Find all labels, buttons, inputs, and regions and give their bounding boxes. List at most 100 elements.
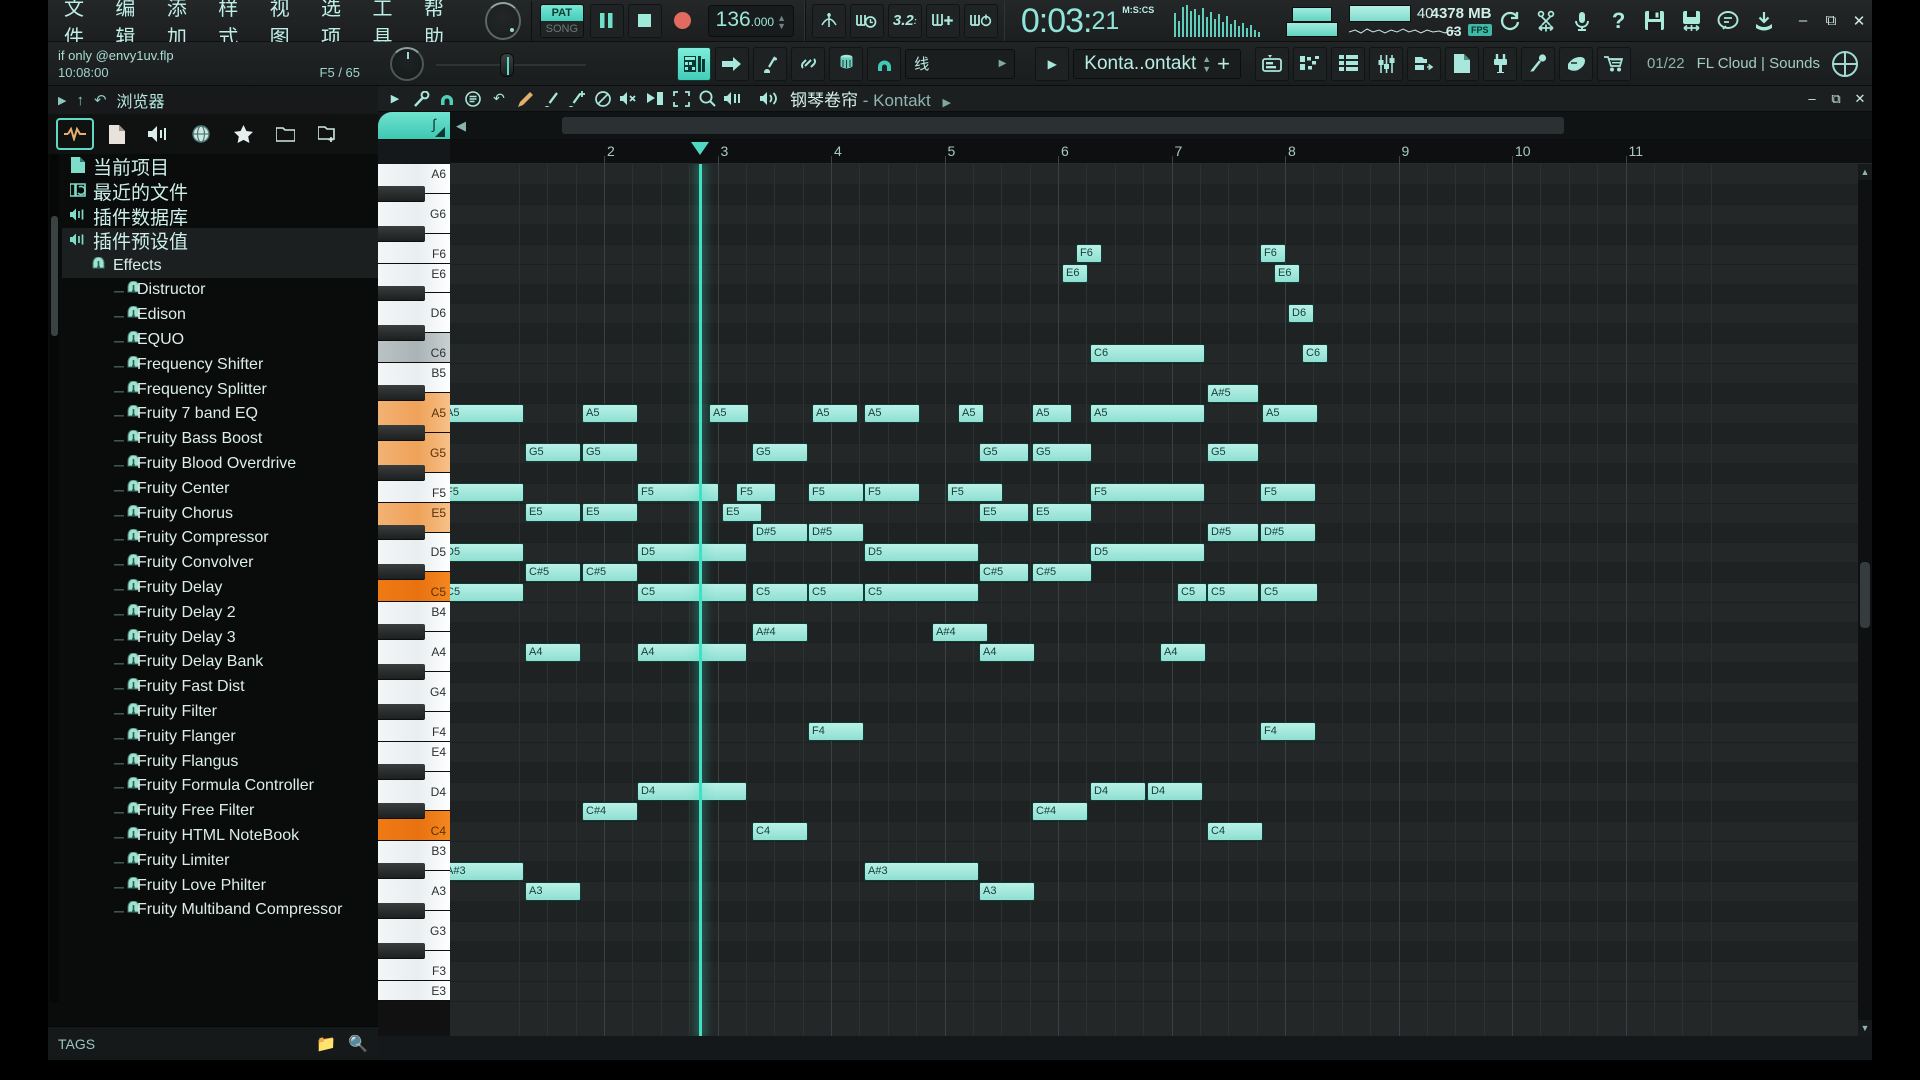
piano-roll-note[interactable]: D4 [1090, 782, 1146, 802]
pr-zoom-icon[interactable] [694, 87, 720, 111]
add-step-icon[interactable] [925, 3, 960, 38]
piano-roll-note[interactable]: D5 [637, 542, 747, 562]
piano-roll-note[interactable]: A5 [1262, 403, 1318, 423]
piano-roll-note[interactable]: A4 [979, 642, 1035, 662]
browser-tree-item[interactable]: ─ Fruity Convolver [62, 551, 378, 576]
piano-roll-note[interactable]: F6 [1076, 244, 1102, 264]
piano-key-black[interactable] [378, 524, 425, 541]
channel-add-button[interactable]: + [1217, 51, 1230, 77]
piano-roll-note[interactable]: G5 [582, 443, 638, 463]
refresh-icon[interactable] [1494, 4, 1526, 38]
chat-icon[interactable] [1711, 4, 1743, 38]
pr-menu-arrow-icon[interactable]: ▶ [382, 87, 408, 111]
piano-roll-note[interactable]: D#5 [1207, 523, 1259, 543]
piano-roll-note[interactable]: E6 [1274, 264, 1300, 284]
maximize-button[interactable]: ⧉ [1818, 9, 1844, 33]
browser-back-icon[interactable]: ↶ [94, 91, 107, 109]
browser-tab-folder[interactable] [266, 118, 304, 150]
mixer-fader-icon[interactable] [829, 46, 864, 81]
browser-tree-item[interactable]: 当前项目 [62, 154, 378, 179]
pr-slip-icon[interactable] [642, 87, 668, 111]
piano-roll-note[interactable]: A5 [1032, 403, 1072, 423]
pr-playback-icon[interactable] [720, 87, 746, 111]
channel-selector[interactable]: Konta..ontakt ▲ ▼ + [1073, 48, 1242, 79]
piano-keyboard[interactable]: A6 G6 F6 E6 D6 C6 B5 A5 G5 F5 E5 D5 C5 B4 A4 G4 F4 E4 D4 C4… [378, 164, 450, 1036]
piano-roll-note[interactable]: G5 [1207, 443, 1259, 463]
piano-roll-note[interactable]: D4 [1147, 782, 1203, 802]
time-display[interactable]: 0:03:21 M:S:CS [1005, 4, 1170, 38]
pr-maximize-button[interactable]: ⧉ [1824, 88, 1848, 110]
piano-roll-note[interactable]: A5 [812, 403, 858, 423]
piano-roll-note[interactable]: E5 [722, 503, 762, 523]
piano-key-black[interactable] [378, 424, 425, 441]
browser-tree-item[interactable]: ─ Distructor [62, 278, 378, 303]
browser-tree-item[interactable]: ─ Fruity Bass Boost [62, 427, 378, 452]
piano-roll-note[interactable]: G5 [979, 443, 1029, 463]
shuffle-knob[interactable] [390, 46, 424, 81]
browser-tree-item[interactable]: ─ EQUO [62, 328, 378, 353]
piano-roll-note[interactable]: D#5 [752, 523, 808, 543]
save-icon[interactable] [1639, 4, 1671, 38]
browser-tree-item[interactable]: ─ Fruity Chorus [62, 501, 378, 526]
browser-tree-item[interactable]: 插件预设值 [62, 228, 378, 253]
piano-roll-note[interactable]: C5 [450, 582, 524, 602]
piano-roll-note[interactable]: A#4 [932, 622, 988, 642]
microphone-icon[interactable] [1566, 4, 1598, 38]
piano-roll-vscrollbar[interactable] [1858, 164, 1872, 1036]
pr-magnet-snap-icon[interactable] [434, 87, 460, 111]
piano-roll-note[interactable]: C5 [808, 582, 864, 602]
browser-toggle-icon[interactable] [1407, 46, 1442, 81]
browser-tree-item[interactable]: ─ Fruity Fast Dist [62, 675, 378, 700]
playlist-icon[interactable] [1255, 46, 1290, 81]
piano-roll-grid[interactable]: F6F6E6E6D6C6C6A#5A5A5A5A5A5A5A5A5A5G5G5G… [450, 164, 1872, 1036]
channel-rack-icon[interactable] [1331, 46, 1366, 81]
piano-roll-note[interactable]: D5 [864, 542, 979, 562]
magnet-snap-icon[interactable] [867, 46, 902, 81]
piano-roll-note[interactable]: C6 [1090, 343, 1205, 363]
browser-tree-item[interactable]: ─ Fruity Compressor [62, 526, 378, 551]
piano-roll-note[interactable]: C4 [1207, 821, 1263, 841]
mixer-icon[interactable] [1369, 46, 1404, 81]
pattern-song-toggle[interactable]: PAT SONG [539, 3, 584, 38]
vscroll-up-button[interactable]: ▲ [1858, 164, 1872, 180]
tools-icon[interactable] [1521, 46, 1556, 81]
pr-delete-icon[interactable] [590, 87, 616, 111]
piano-key-black[interactable] [378, 225, 425, 242]
piano-roll-note[interactable]: D5 [1090, 542, 1205, 562]
piano-roll-note[interactable]: A4 [637, 642, 747, 662]
piano-roll-note[interactable]: A5 [1090, 403, 1205, 423]
hand-cursor-icon[interactable] [1559, 46, 1594, 81]
piano-roll-note[interactable]: C4 [752, 821, 808, 841]
piano-roll-note[interactable]: A5 [958, 403, 984, 423]
piano-roll-note[interactable]: E5 [525, 503, 581, 523]
piano-key-black[interactable] [378, 703, 425, 720]
browser-tab-sounds[interactable] [140, 118, 178, 150]
paint-tool-icon[interactable] [753, 46, 788, 81]
pr-select-icon[interactable] [668, 87, 694, 111]
browser-tree-item[interactable]: ─ Fruity HTML NoteBook [62, 824, 378, 849]
pr-resize-handle[interactable] [435, 127, 445, 137]
playhead-marker[interactable] [691, 142, 710, 155]
piano-roll-note[interactable]: F5 [1090, 483, 1205, 503]
pattern-mode-label[interactable]: PAT [540, 4, 583, 21]
browser-tree-item[interactable]: ─ Frequency Splitter [62, 377, 378, 402]
piano-roll-note[interactable]: D#5 [808, 523, 864, 543]
piano-roll-note[interactable]: C6 [1302, 343, 1328, 363]
piano-roll-ruler[interactable]: 2 3 4 5 6 7 8 9 10 11 [450, 140, 1872, 164]
piano-roll-note[interactable]: F5 [808, 483, 864, 503]
browser-tree-item[interactable]: ─ Fruity Delay 3 [62, 625, 378, 650]
close-button[interactable]: ✕ [1846, 9, 1872, 33]
browser-tab-favorites[interactable] [224, 118, 262, 150]
browser-up-icon[interactable]: ↑ [76, 92, 84, 109]
browser-tree-item[interactable]: 插件数据库 [62, 204, 378, 229]
browser-tree-item[interactable]: ─ Fruity Love Philter [62, 873, 378, 898]
piano-roll-note[interactable]: D4 [637, 782, 747, 802]
piano-roll-note[interactable]: A3 [979, 881, 1035, 901]
piano-roll-note[interactable]: A5 [450, 403, 524, 423]
piano-roll-icon[interactable] [1293, 46, 1328, 81]
piano-roll-note[interactable]: C#5 [979, 562, 1029, 582]
piano-key-black[interactable] [378, 863, 425, 880]
piano-roll-note[interactable]: G5 [1032, 443, 1092, 463]
hscroll-thumb[interactable] [562, 117, 1564, 134]
piano-roll-hscrollbar[interactable]: ◀ [450, 112, 1872, 139]
